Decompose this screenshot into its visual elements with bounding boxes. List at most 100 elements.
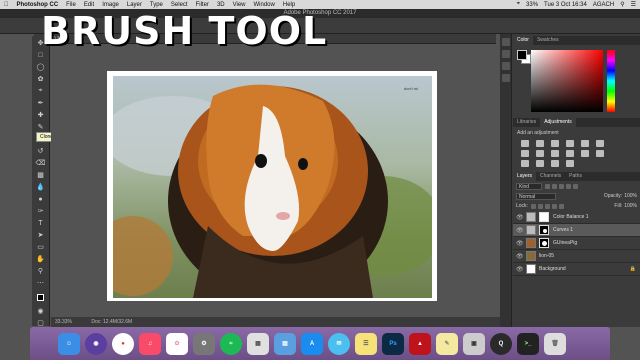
visibility-eye-icon[interactable]: 👁 [516,266,524,273]
tab-color[interactable]: Color [513,36,533,45]
preview-2-icon[interactable]: ▣ [463,332,485,355]
user-name[interactable]: AGACH [593,2,614,8]
layer-row[interactable]: 👁 Curves 1 [513,224,640,237]
dodge-tool-icon[interactable]: ● [35,194,47,204]
hand-tool-icon[interactable]: ✋ [35,254,47,264]
channel-mixer-icon[interactable] [566,150,574,157]
tab-libraries[interactable]: Libraries [513,118,540,127]
menu-image[interactable]: Image [102,2,119,8]
tab-swatches[interactable]: Swatches [533,36,563,45]
hue-saturation-icon[interactable] [596,140,604,147]
terminal-icon[interactable]: >_ [517,332,539,355]
tab-layers[interactable]: Layers [513,172,537,181]
filter-pixel-icon[interactable] [545,183,550,189]
battery-percent[interactable]: 33% [526,2,538,8]
app-store-icon[interactable]: A [301,332,323,355]
foreground-color-swatch[interactable] [517,50,527,60]
menu-type[interactable]: Type [150,2,163,8]
menu-app-name[interactable]: Photoshop CC [17,2,59,8]
gradient-map-icon[interactable] [551,160,559,167]
vibrance-icon[interactable] [581,140,589,147]
clock[interactable]: Tue 3 Oct 16:34 [544,2,587,8]
lock-pixels-icon[interactable] [530,203,536,209]
blur-tool-icon[interactable]: 💧 [35,182,47,192]
finder-icon[interactable]: ☺ [58,332,80,355]
guinea-pig-lion-image[interactable] [113,76,432,298]
posterize-icon[interactable] [521,160,529,167]
pen-tool-icon[interactable]: ✑ [35,206,47,216]
visibility-eye-icon[interactable]: 👁 [516,253,524,260]
visibility-eye-icon[interactable]: 👁 [516,240,524,247]
lock-all-icon[interactable] [558,203,564,209]
color-balance-icon[interactable] [521,150,529,157]
more-tools-icon[interactable]: ⋯ [35,278,47,288]
menu-edit[interactable]: Edit [84,2,94,8]
messages-icon[interactable]: ✉ [328,332,350,355]
blend-mode-select[interactable]: Normal [516,192,556,200]
curves-icon[interactable] [551,140,559,147]
tab-paths[interactable]: Paths [565,172,586,181]
tab-adjustments[interactable]: Adjustments [540,118,576,127]
wifi-icon[interactable]: ⌖ [517,1,520,8]
search-icon[interactable]: ⚲ [620,1,624,8]
layer-row[interactable]: 👁 lion-05 [513,250,640,263]
filter-smart-icon[interactable] [573,183,578,189]
layer-row[interactable]: 👁 GUineaPig [513,237,640,250]
layer-mask-thumb[interactable] [539,225,549,235]
fill-value[interactable]: 100% [624,203,637,209]
lasso-tool-icon[interactable]: ◯ [35,62,47,72]
trash-icon[interactable]: 🗑 [544,332,566,355]
zoom-level[interactable]: 33.33% [55,319,72,325]
levels-icon[interactable] [536,140,544,147]
color-lookup-icon[interactable] [581,150,589,157]
shape-tool-icon[interactable]: ▭ [35,242,47,252]
black-white-icon[interactable] [536,150,544,157]
siri-icon[interactable]: ◉ [85,332,107,355]
filter-kind-select[interactable]: Kind [516,182,542,190]
photo-filter-icon[interactable] [551,150,559,157]
layer-mask-thumb[interactable] [539,212,549,222]
layer-row[interactable]: 👁 Color Balance 1 [513,211,640,224]
zoom-tool-icon[interactable]: ⚲ [35,266,47,276]
info-icon[interactable] [501,62,510,70]
gradient-tool-icon[interactable]: ▩ [35,170,47,180]
launchpad-icon[interactable]: ▦ [247,332,269,355]
system-preferences-icon[interactable]: ⚙ [193,332,215,355]
history-brush-tool-icon[interactable]: ↺ [35,146,47,156]
stickies-icon[interactable]: ✎ [436,332,458,355]
acrobat-icon[interactable]: ▲ [409,332,431,355]
apple-icon[interactable]:  [4,2,9,8]
brush-tool-icon[interactable]: ✎ [35,122,47,132]
layer-row[interactable]: 👁 Background 🔒 [513,263,640,276]
eyedropper-tool-icon[interactable]: ✒ [35,98,47,108]
history-icon[interactable] [501,38,510,46]
menu-3d[interactable]: 3D [217,2,225,8]
photos-icon[interactable]: ✿ [166,332,188,355]
chrome-icon[interactable]: ● [112,332,134,355]
quick-select-tool-icon[interactable]: ✿ [35,74,47,84]
selective-color-icon[interactable] [566,160,574,167]
exposure-icon[interactable] [566,140,574,147]
hue-slider[interactable] [607,50,615,112]
threshold-icon[interactable] [536,160,544,167]
color-picker-field[interactable] [531,50,603,112]
notes-icon[interactable]: ☰ [355,332,377,355]
photoshop-icon[interactable]: Ps [382,332,404,355]
filter-shape-icon[interactable] [566,183,571,189]
preview-icon[interactable]: ▤ [274,332,296,355]
invert-icon[interactable] [596,150,604,157]
healing-tool-icon[interactable]: ✚ [35,110,47,120]
opacity-value[interactable]: 100% [624,193,637,199]
doc-size[interactable]: Doc: 12.4M/32.6M [91,319,132,325]
visibility-eye-icon[interactable]: 👁 [516,227,524,234]
menu-view[interactable]: View [233,2,246,8]
music-icon[interactable]: ♫ [139,332,161,355]
spotify-icon[interactable]: ≈ [220,332,242,355]
quicktime-icon[interactable]: Q [490,332,512,355]
type-tool-icon[interactable]: T [35,218,47,228]
quick-mask-icon[interactable]: ◉ [35,306,47,316]
brightness-icon[interactable] [521,140,529,147]
color-swatches-icon[interactable] [35,290,47,304]
menu-select[interactable]: Select [171,2,188,8]
menu-layer[interactable]: Layer [127,2,142,8]
